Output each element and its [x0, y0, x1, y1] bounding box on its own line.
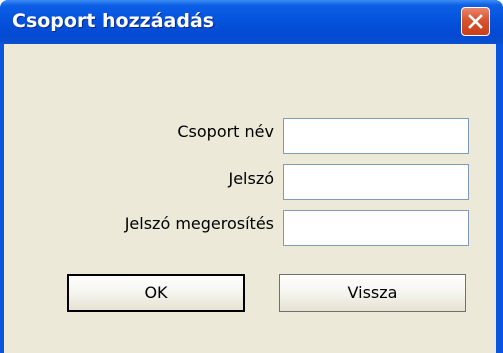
password-input[interactable]	[283, 164, 469, 200]
title-bar[interactable]: Csoport hozzáadás	[0, 0, 503, 44]
password-label: Jelszó	[228, 169, 274, 188]
group-name-input[interactable]	[283, 118, 469, 154]
dialog-window: Csoport hozzáadás Csoport név Jelszó Jel…	[0, 0, 503, 353]
ok-button[interactable]: OK	[67, 274, 245, 312]
password-confirm-label: Jelszó megerosítés	[124, 214, 274, 233]
window-title: Csoport hozzáadás	[12, 10, 215, 32]
close-button[interactable]	[461, 7, 490, 36]
close-icon	[468, 14, 483, 29]
password-confirm-input[interactable]	[283, 210, 469, 246]
group-name-label: Csoport név	[177, 122, 274, 141]
back-button[interactable]: Vissza	[279, 274, 466, 312]
